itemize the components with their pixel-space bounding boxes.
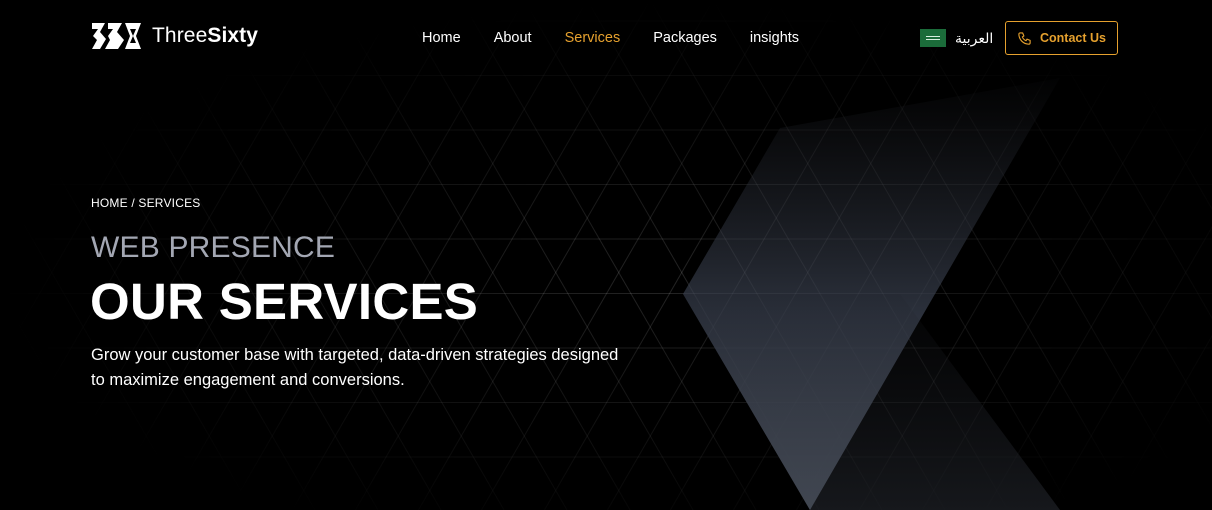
contact-us-label: Contact Us: [1040, 31, 1106, 45]
brand-name: ThreeSixty: [152, 24, 258, 48]
nav-item-insights[interactable]: insights: [750, 29, 799, 47]
brand-logo[interactable]: ThreeSixty: [91, 20, 258, 52]
site-header: ThreeSixty Home About Services Packages …: [0, 0, 1212, 76]
saudi-flag-icon: [920, 29, 946, 47]
nav-item-home[interactable]: Home: [422, 29, 461, 47]
services-page: ThreeSixty Home About Services Packages …: [0, 0, 1212, 510]
phone-icon: [1018, 31, 1031, 45]
language-label: العربية: [955, 29, 994, 46]
brand-name-light: Three: [152, 24, 208, 47]
hero-description: Grow your customer base with targeted, d…: [91, 346, 619, 389]
nav-item-about[interactable]: About: [494, 29, 532, 47]
page-title: OUR SERVICES: [90, 273, 479, 330]
language-switch[interactable]: العربية: [920, 29, 993, 47]
breadcrumb: HOME / SERVICES: [91, 196, 201, 210]
main-nav: Home About Services Packages insights: [422, 29, 832, 47]
contact-us-button[interactable]: Contact Us: [1005, 21, 1118, 55]
nav-item-packages[interactable]: Packages: [653, 29, 717, 47]
hero-eyebrow: WEB PRESENCE: [91, 231, 336, 264]
brand-name-bold: Sixty: [207, 24, 259, 47]
threesixty-logo-icon: [92, 23, 141, 49]
nav-item-services[interactable]: Services: [565, 29, 621, 47]
